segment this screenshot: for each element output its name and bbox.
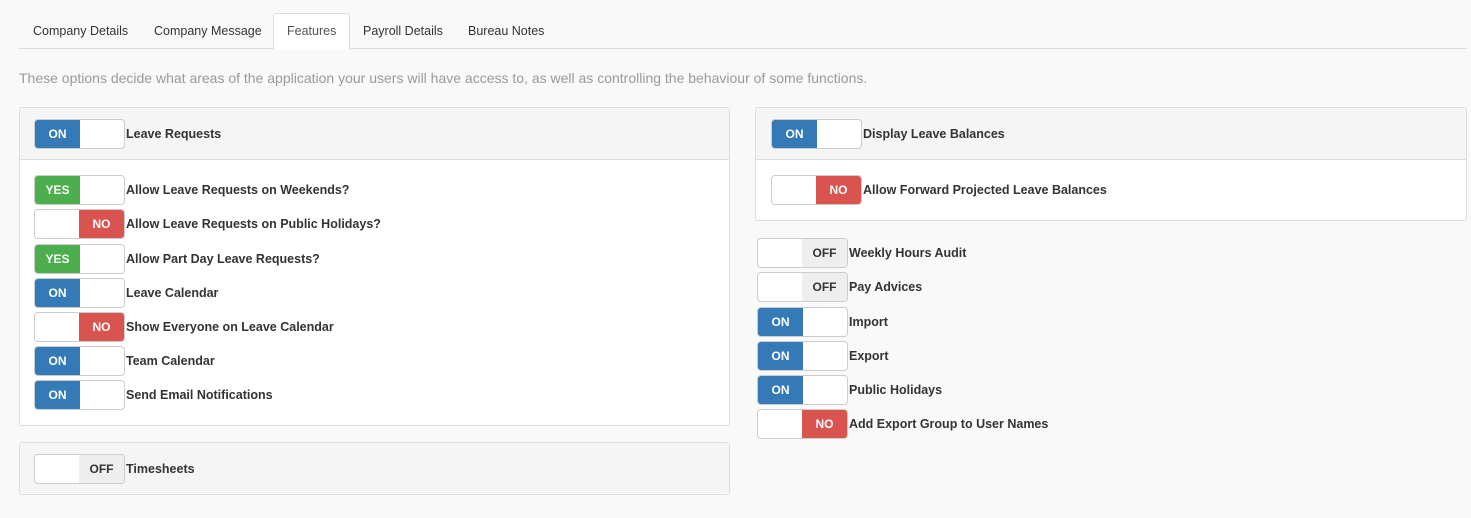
allow-weekends-label: Allow Leave Requests on Weekends? [126,183,350,197]
leave-balances-panel-heading: ON Display Leave Balances [756,108,1466,160]
leave-calendar-toggle[interactable]: ON [34,278,125,308]
public-holidays-label: Public Holidays [849,383,943,397]
allow-part-day-toggle[interactable]: YES [34,244,125,274]
email-notifications-toggle[interactable]: ON [34,380,125,410]
leave-requests-panel: ON Leave Requests YES Allow Leave Reques… [19,107,730,426]
toggle-state: OFF [79,455,124,483]
export-group-label: Add Export Group to User Names [849,417,1049,431]
allow-public-holidays-toggle[interactable]: NO [34,209,125,239]
toggle-state: ON [35,381,80,409]
display-leave-balances-label: Display Leave Balances [863,127,1005,141]
export-group-toggle[interactable]: NO [757,409,848,439]
show-everyone-label: Show Everyone on Leave Calendar [126,320,334,334]
timesheets-label: Timesheets [126,462,195,476]
toggle-state: ON [35,279,80,307]
export-label: Export [849,349,889,363]
toggle-state: ON [772,120,817,148]
leave-requests-label: Leave Requests [126,127,222,141]
leave-requests-panel-heading: ON Leave Requests [20,108,729,160]
allow-part-day-label: Allow Part Day Leave Requests? [126,252,320,266]
toggle-state: NO [816,176,861,204]
leave-calendar-label: Leave Calendar [126,286,219,300]
forward-projected-label: Allow Forward Projected Leave Balances [863,183,1107,197]
toggle-state: OFF [802,239,847,267]
toggle-state: ON [35,347,80,375]
timesheets-toggle[interactable]: OFF [34,454,125,484]
toggle-state: ON [758,342,803,370]
leave-requests-toggle[interactable]: ON [34,119,125,149]
team-calendar-label: Team Calendar [126,354,215,368]
import-label: Import [849,315,888,329]
pay-advices-toggle[interactable]: OFF [757,272,848,302]
toggle-state: NO [802,410,847,438]
allow-weekends-toggle[interactable]: YES [34,175,125,205]
public-holidays-toggle[interactable]: ON [757,375,848,405]
tab-bar: Company Details Company Message Features… [19,13,1467,50]
tab-company-message[interactable]: Company Message [140,13,276,49]
import-toggle[interactable]: ON [757,307,848,337]
tab-features[interactable]: Features [273,13,351,50]
timesheets-panel-heading: OFF Timesheets [20,443,729,493]
weekly-hours-audit-label: Weekly Hours Audit [849,246,967,260]
toggle-state: ON [35,120,80,148]
toggle-state: YES [35,245,80,273]
toggle-state: OFF [802,273,847,301]
tab-payroll-details[interactable]: Payroll Details [349,13,457,49]
pay-advices-label: Pay Advices [849,280,923,294]
tab-bureau-notes[interactable]: Bureau Notes [454,13,558,49]
toggle-state: NO [79,210,124,238]
toggle-state: YES [35,176,80,204]
export-toggle[interactable]: ON [757,341,848,371]
toggle-state: ON [758,376,803,404]
allow-public-holidays-label: Allow Leave Requests on Public Holidays? [126,217,381,231]
toggle-state: NO [79,313,124,341]
display-leave-balances-toggle[interactable]: ON [771,119,862,149]
leave-balances-panel: ON Display Leave Balances NO Allow Forwa… [755,107,1467,221]
forward-projected-toggle[interactable]: NO [771,175,862,205]
show-everyone-toggle[interactable]: NO [34,312,125,342]
intro-text: These options decide what areas of the a… [19,70,868,86]
email-notifications-label: Send Email Notifications [126,388,273,402]
team-calendar-toggle[interactable]: ON [34,346,125,376]
weekly-hours-audit-toggle[interactable]: OFF [757,238,848,268]
tab-company-details[interactable]: Company Details [19,13,142,49]
toggle-state: ON [758,308,803,336]
timesheets-panel: OFF Timesheets [19,442,730,495]
